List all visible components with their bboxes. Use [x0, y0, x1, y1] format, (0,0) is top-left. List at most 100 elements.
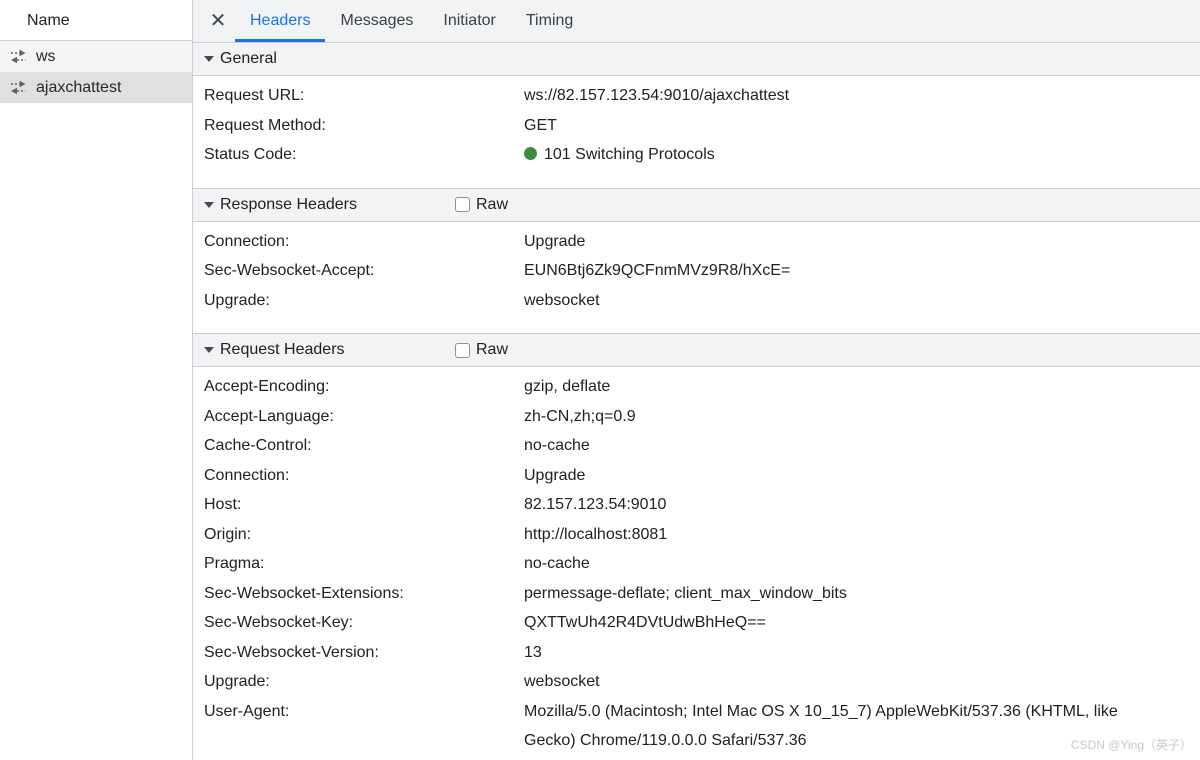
header-row: Connection: Upgrade [193, 227, 1200, 257]
section-request-headers: Request Headers Raw Accept-Encoding: gzi… [193, 333, 1200, 760]
name-column-header[interactable]: Name [0, 0, 192, 41]
header-row: Accept-Language: zh-CN,zh;q=0.9 [193, 402, 1200, 432]
header-value: EUN6Btj6Zk9QCFnmMVz9R8/hXcE= [524, 256, 790, 286]
header-row: Origin: http://localhost:8081 [193, 520, 1200, 550]
collapse-triangle-icon [204, 56, 214, 62]
header-value: Mozilla/5.0 (Macintosh; Intel Mac OS X 1… [524, 697, 1157, 756]
header-value: ws://82.157.123.54:9010/ajaxchattest [524, 81, 789, 111]
header-value: 101 Switching Protocols [524, 140, 715, 170]
header-name: Upgrade: [193, 667, 524, 697]
header-value: permessage-deflate; client_max_window_bi… [524, 579, 847, 609]
section-rows: Accept-Encoding: gzip, deflate Accept-La… [193, 367, 1200, 760]
websocket-icon [10, 49, 27, 64]
tab-initiator[interactable]: Initiator [428, 0, 510, 42]
section-header[interactable]: Request Headers Raw [193, 334, 1200, 367]
header-row: Upgrade: websocket [193, 286, 1200, 316]
header-name: Host: [193, 490, 524, 520]
request-list: ws ajaxchattest [0, 41, 192, 103]
header-value-text: no-cache [524, 437, 590, 454]
collapse-triangle-icon [204, 347, 214, 353]
collapse-triangle-icon [204, 202, 214, 208]
header-value: no-cache [524, 549, 590, 579]
header-name: Sec-Websocket-Accept: [193, 256, 524, 286]
section-rows: Request URL: ws://82.157.123.54:9010/aja… [193, 76, 1200, 174]
header-name: Upgrade: [193, 286, 524, 316]
header-row: Cache-Control: no-cache [193, 431, 1200, 461]
header-value: 82.157.123.54:9010 [524, 490, 666, 520]
header-name: Sec-Websocket-Key: [193, 608, 524, 638]
devtools-network-panel: Name ws ajaxchattest ✕ Hea [0, 0, 1200, 760]
header-row: Pragma: no-cache [193, 549, 1200, 579]
header-value-text: permessage-deflate; client_max_window_bi… [524, 585, 847, 602]
tab-messages[interactable]: Messages [325, 0, 428, 42]
header-row: Sec-Websocket-Key: QXTTwUh42R4DVtUdwBhHe… [193, 608, 1200, 638]
tab-headers[interactable]: Headers [235, 0, 325, 42]
header-value: no-cache [524, 431, 590, 461]
raw-checkbox[interactable] [455, 197, 470, 212]
request-list-sidebar: Name ws ajaxchattest [0, 0, 193, 760]
header-row: Request Method: GET [193, 111, 1200, 141]
header-row: Sec-Websocket-Extensions: permessage-def… [193, 579, 1200, 609]
section-header[interactable]: Response Headers Raw [193, 189, 1200, 222]
header-row: Sec-Websocket-Accept: EUN6Btj6Zk9QCFnmMV… [193, 256, 1200, 286]
header-value-text: Upgrade [524, 467, 585, 484]
header-value-text: 101 Switching Protocols [544, 146, 715, 163]
header-row: Sec-Websocket-Version: 13 [193, 638, 1200, 668]
header-name: Pragma: [193, 549, 524, 579]
header-value-text: 13 [524, 644, 542, 661]
header-name: Request Method: [193, 111, 524, 141]
status-dot-icon [524, 147, 537, 160]
section-general: General Request URL: ws://82.157.123.54:… [193, 43, 1200, 174]
detail-tabs: Headers Messages Initiator Timing [235, 0, 588, 42]
headers-content: General Request URL: ws://82.157.123.54:… [193, 43, 1200, 760]
header-row: Status Code: 101 Switching Protocols [193, 140, 1200, 170]
section-rows: Connection: Upgrade Sec-Websocket-Accept… [193, 222, 1200, 320]
header-name: Connection: [193, 227, 524, 257]
header-name: Request URL: [193, 81, 524, 111]
header-value-text: 82.157.123.54:9010 [524, 496, 666, 513]
header-value-text: QXTTwUh42R4DVtUdwBhHeQ== [524, 614, 766, 631]
detail-tabbar: ✕ Headers Messages Initiator Timing [193, 0, 1200, 43]
request-detail-panel: ✕ Headers Messages Initiator Timing Gene… [193, 0, 1200, 760]
raw-checkbox[interactable] [455, 343, 470, 358]
close-icon[interactable]: ✕ [206, 11, 230, 31]
header-row: Request URL: ws://82.157.123.54:9010/aja… [193, 81, 1200, 111]
header-value: gzip, deflate [524, 372, 610, 402]
header-value-text: websocket [524, 673, 600, 690]
header-value: QXTTwUh42R4DVtUdwBhHeQ== [524, 608, 766, 638]
header-value: Upgrade [524, 227, 585, 257]
header-name: Cache-Control: [193, 431, 524, 461]
header-value: zh-CN,zh;q=0.9 [524, 402, 636, 432]
raw-checkbox-label: Raw [476, 341, 508, 359]
header-value-text: EUN6Btj6Zk9QCFnmMVz9R8/hXcE= [524, 262, 790, 279]
header-value: websocket [524, 286, 600, 316]
section-title: Response Headers [220, 196, 357, 214]
header-value-text: websocket [524, 292, 600, 309]
raw-toggle: Raw [455, 189, 508, 221]
request-list-item-ajaxchattest[interactable]: ajaxchattest [0, 72, 192, 103]
header-name: Sec-Websocket-Version: [193, 638, 524, 668]
header-name: Status Code: [193, 140, 524, 170]
raw-toggle: Raw [455, 334, 508, 366]
header-value-text: http://localhost:8081 [524, 526, 667, 543]
section-title: General [220, 50, 277, 68]
section-header[interactable]: General [193, 43, 1200, 76]
header-name: User-Agent: [193, 697, 524, 756]
header-row: Upgrade: websocket [193, 667, 1200, 697]
header-name: Sec-Websocket-Extensions: [193, 579, 524, 609]
section-title: Request Headers [220, 341, 345, 359]
request-list-item-ws[interactable]: ws [0, 41, 192, 72]
header-value: Upgrade [524, 461, 585, 491]
header-name: Accept-Encoding: [193, 372, 524, 402]
header-row: User-Agent: Mozilla/5.0 (Macintosh; Inte… [193, 697, 1200, 756]
header-value-text: zh-CN,zh;q=0.9 [524, 408, 636, 425]
header-row: Accept-Encoding: gzip, deflate [193, 372, 1200, 402]
header-value-text: ws://82.157.123.54:9010/ajaxchattest [524, 87, 789, 104]
tab-timing[interactable]: Timing [511, 0, 588, 42]
header-value-text: Mozilla/5.0 (Macintosh; Intel Mac OS X 1… [524, 703, 1118, 750]
header-name: Accept-Language: [193, 402, 524, 432]
header-value-text: GET [524, 117, 557, 134]
header-value: websocket [524, 667, 600, 697]
header-value-text: no-cache [524, 555, 590, 572]
header-value-text: Upgrade [524, 233, 585, 250]
